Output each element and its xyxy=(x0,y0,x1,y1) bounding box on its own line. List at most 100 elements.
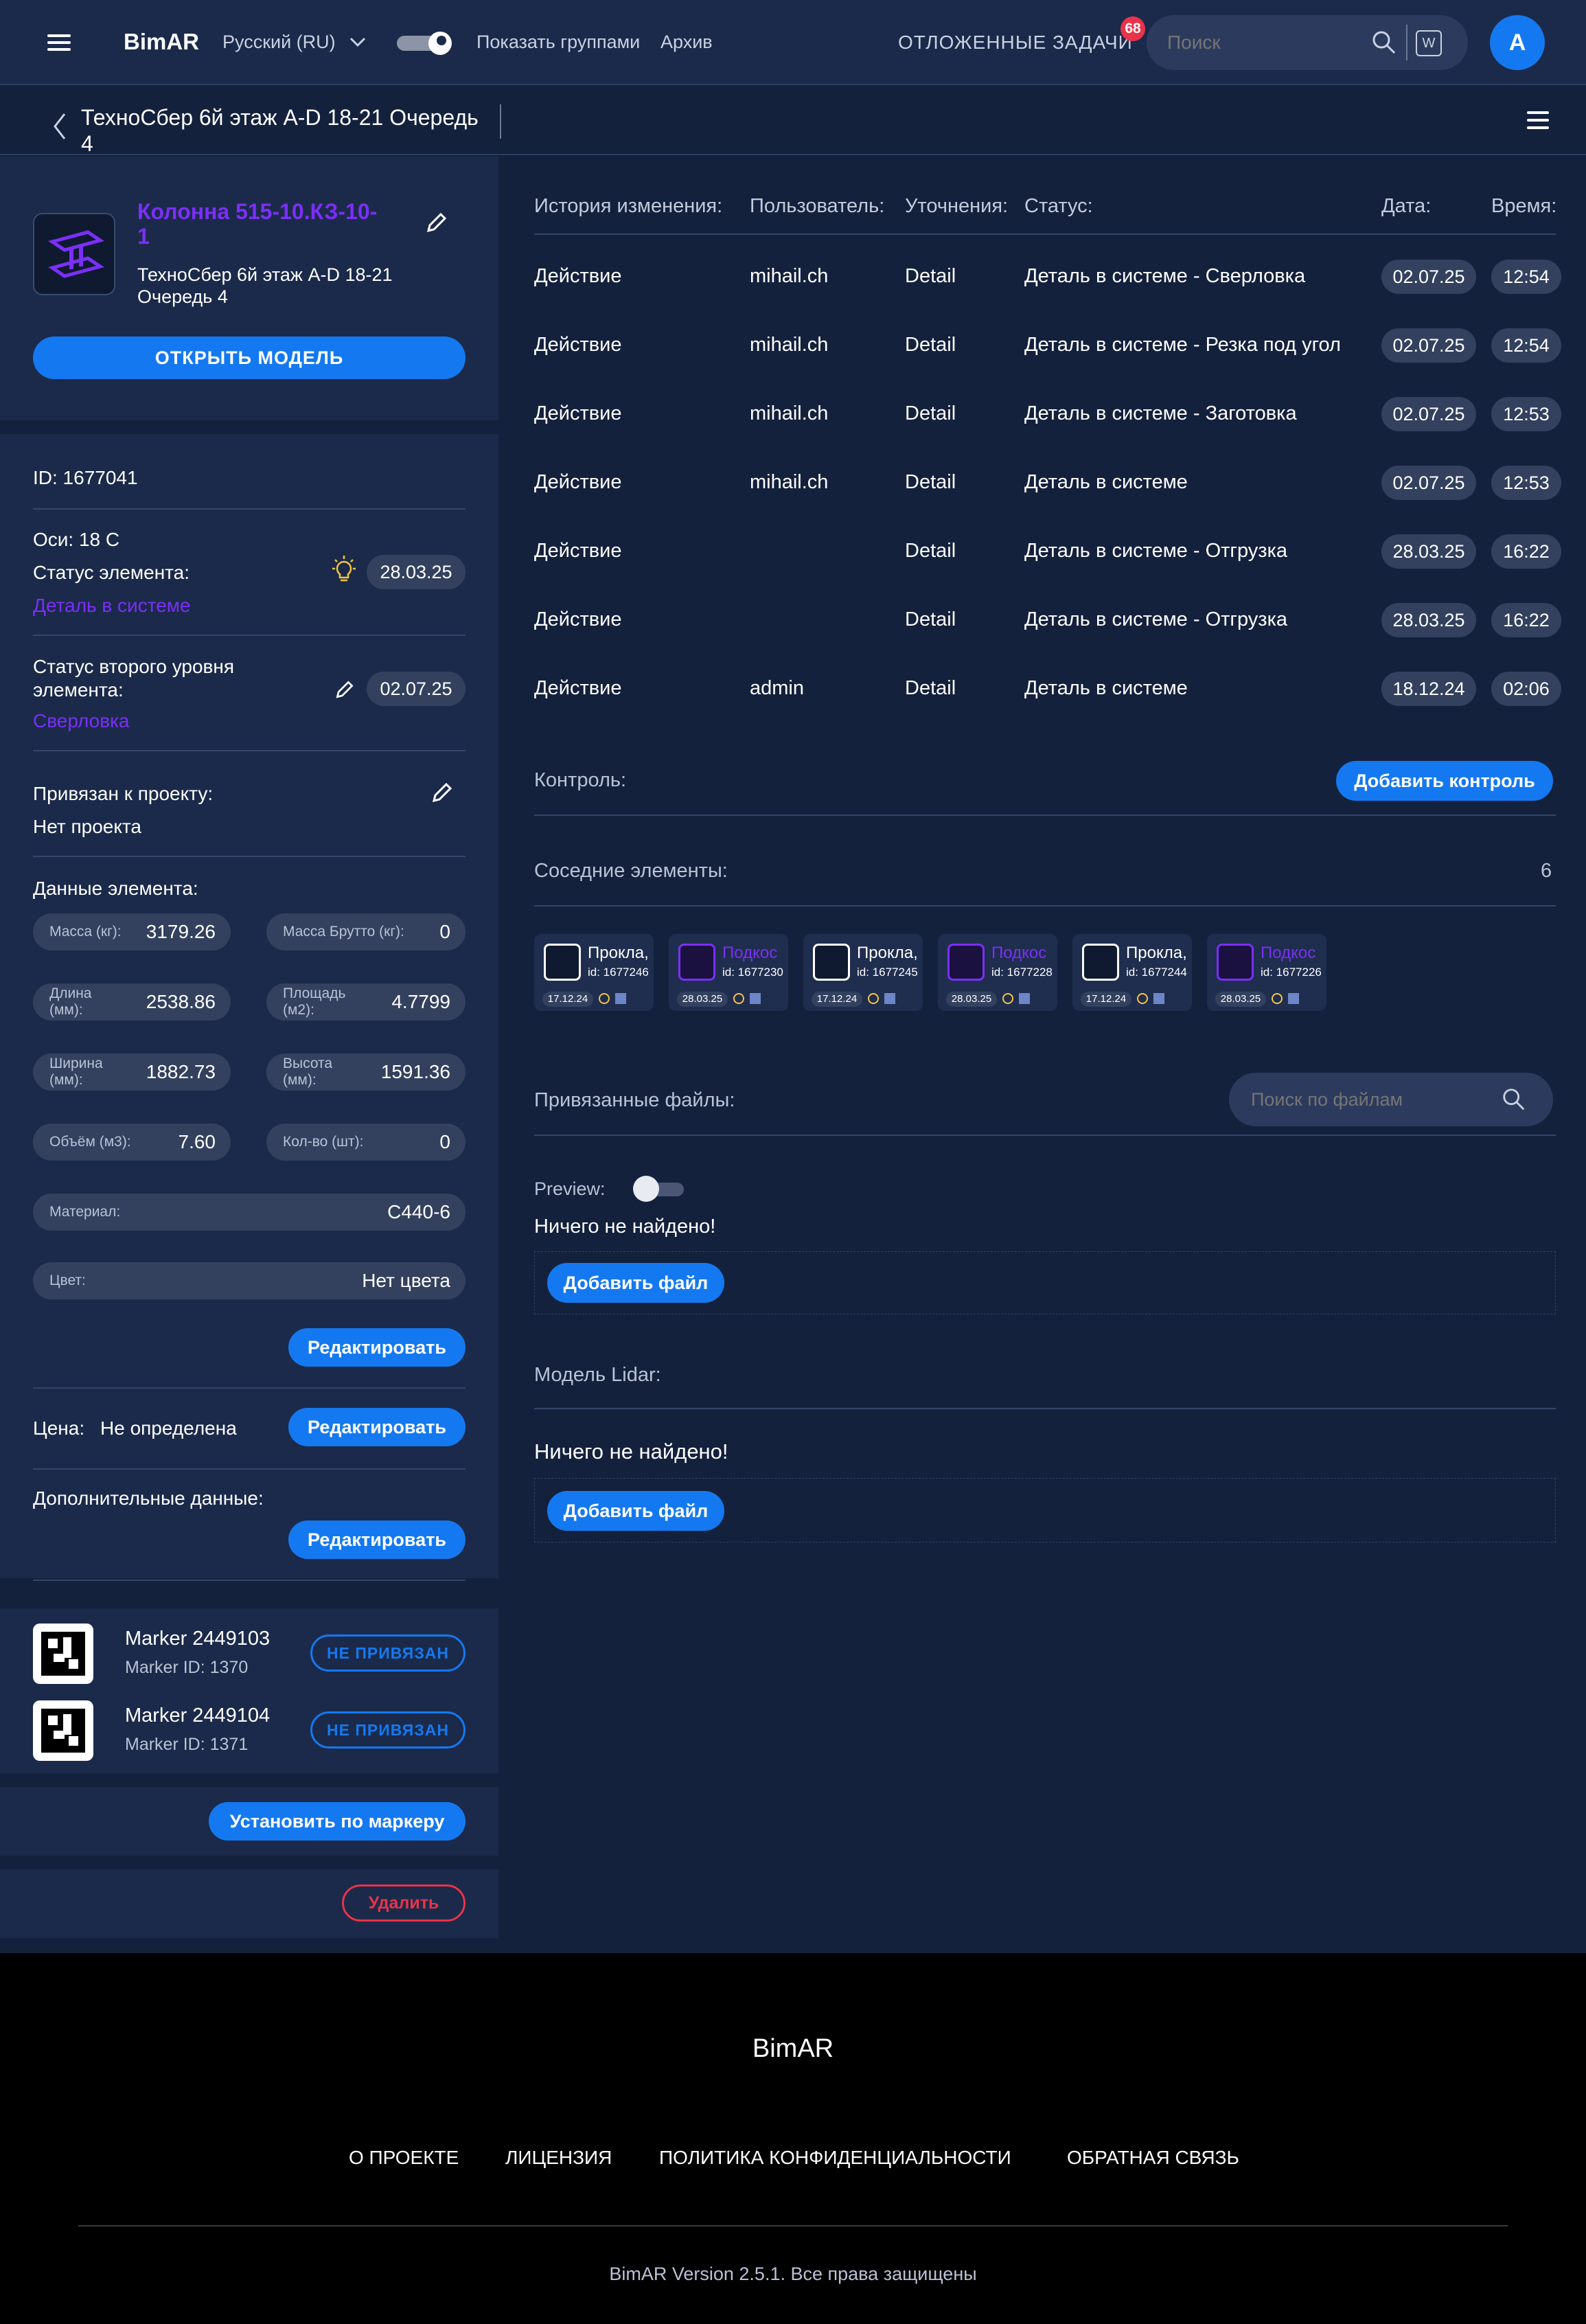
chevron-down-icon[interactable] xyxy=(349,36,367,48)
table-row: Действие mihail.ch Detail Деталь в систе… xyxy=(0,328,1586,363)
footer: BimAR BimAR Version 2.5.1. Все права защ… xyxy=(0,1953,1586,2324)
history-header-change: История изменения: xyxy=(534,195,723,217)
neighbor-card[interactable]: Прокла, id: 1677245 17.12.24 xyxy=(803,934,923,1011)
project-label: Привязан к проекту: xyxy=(33,783,214,804)
neighbor-card[interactable]: Подкос id: 1677230 28.03.25 xyxy=(669,934,788,1011)
marker-status-button[interactable]: НЕ ПРИВЯЗАН xyxy=(310,1711,466,1748)
top-header: BimAR Русский (RU) Показать группами Арх… xyxy=(0,0,1586,85)
add-lidar-file-button[interactable]: Добавить файл xyxy=(547,1491,724,1531)
add-control-button[interactable]: Добавить контроль xyxy=(1336,761,1553,801)
lightbulb-icon xyxy=(599,993,610,1004)
qr-marker-icon xyxy=(33,1624,93,1684)
qr-marker-icon xyxy=(33,1700,93,1761)
table-row: Действие Detail Деталь в системе - Отгру… xyxy=(0,534,1586,569)
status2-value: Сверловка xyxy=(33,710,130,731)
breadcrumb-bar: ТехноСбер 6й этаж A-D 18-21 Очередь 4 xyxy=(0,87,1586,156)
mass-field[interactable]: Масса (кг): 3179.26 xyxy=(33,913,231,950)
beam-icon xyxy=(678,944,715,981)
neighbor-card[interactable]: Прокла, id: 1677246 17.12.24 xyxy=(534,934,654,1011)
language-select[interactable]: Русский (RU) xyxy=(222,32,336,53)
quantity-field[interactable]: Кол-во (шт): 0 xyxy=(266,1124,466,1161)
color-field[interactable]: Цвет: Нет цвета xyxy=(33,1262,466,1299)
marker-name: Marker 2449103 xyxy=(125,1628,271,1650)
edit-pencil-icon[interactable] xyxy=(430,780,455,805)
edit-pencil-icon[interactable] xyxy=(424,210,449,235)
history-header-status: Статус: xyxy=(1024,195,1093,217)
length-field[interactable]: Длина (мм): 2538.86 xyxy=(33,983,231,1021)
delete-button[interactable]: Удалить xyxy=(342,1884,466,1922)
search-input[interactable] xyxy=(1167,27,1373,58)
marker-status-button[interactable]: НЕ ПРИВЯЗАН xyxy=(310,1634,466,1672)
lidar-dropzone[interactable]: Добавить файл xyxy=(534,1478,1556,1542)
files-dropzone[interactable]: Добавить файл xyxy=(534,1251,1556,1314)
add-file-button[interactable]: Добавить файл xyxy=(547,1263,724,1303)
cube-icon xyxy=(884,993,895,1004)
lightbulb-icon xyxy=(1272,993,1283,1004)
moon-icon xyxy=(428,32,452,55)
preview-label: Preview: xyxy=(534,1178,606,1199)
material-field[interactable]: Материал: С440-6 xyxy=(33,1194,466,1231)
table-row: Действие mihail.ch Detail Деталь в систе… xyxy=(0,397,1586,431)
search-shortcut-key: W xyxy=(1416,30,1442,56)
files-empty-text: Ничего не найдено! xyxy=(534,1216,716,1238)
area-field[interactable]: Площадь (м2): 4.7799 xyxy=(266,983,466,1021)
preview-toggle[interactable] xyxy=(633,1176,688,1202)
table-row: Действие Detail Деталь в системе - Отгру… xyxy=(0,603,1586,637)
set-by-marker-button[interactable]: Установить по маркеру xyxy=(209,1802,466,1841)
group-toggle[interactable] xyxy=(397,32,452,55)
footer-link-privacy[interactable]: ПОЛИТИКА КОНФИДЕНЦИАЛЬНОСТИ xyxy=(659,2147,1011,2169)
neighbor-card[interactable]: Прокла, id: 1677244 17.12.24 xyxy=(1072,934,1192,1011)
price-value: Не определена xyxy=(100,1417,237,1439)
set-by-marker-panel: Установить по маркеру xyxy=(0,1787,498,1856)
back-chevron-icon[interactable] xyxy=(52,113,67,140)
menu-icon[interactable] xyxy=(45,30,73,55)
show-groups-link[interactable]: Показать группами xyxy=(476,32,640,53)
height-field[interactable]: Высота (мм): 1591.36 xyxy=(266,1053,466,1091)
page-title: ТехноСбер 6й этаж A-D 18-21 Очередь 4 xyxy=(81,105,479,156)
marker-name: Marker 2449104 xyxy=(125,1705,271,1727)
marker-id: Marker ID: 1371 xyxy=(125,1735,249,1754)
control-label: Контроль: xyxy=(534,769,627,791)
table-row: Действие admin Detail Деталь в системе 1… xyxy=(0,672,1586,706)
gross-mass-field[interactable]: Масса Брутто (кг): 0 xyxy=(266,913,466,950)
archive-link[interactable]: Архив xyxy=(660,32,713,53)
avatar[interactable]: A xyxy=(1490,15,1545,70)
element-data-label: Данные элемента: xyxy=(33,878,198,899)
logo[interactable]: BimAR xyxy=(124,29,199,55)
table-row: Действие mihail.ch Detail Деталь в систе… xyxy=(0,260,1586,294)
search-box[interactable]: W xyxy=(1147,15,1468,70)
file-search-box[interactable] xyxy=(1229,1073,1553,1126)
lightbulb-icon xyxy=(868,993,879,1004)
marker-id: Marker ID: 1370 xyxy=(125,1658,249,1677)
element-name[interactable]: Колонна 515-10.КЗ-10- 1 xyxy=(137,199,377,249)
list-menu-icon[interactable] xyxy=(1526,110,1550,130)
lidar-label: Модель Lidar: xyxy=(534,1364,661,1386)
search-icon[interactable] xyxy=(1501,1086,1527,1113)
neighbors-label: Соседние элементы: xyxy=(534,860,728,882)
cube-icon xyxy=(1019,993,1030,1004)
edit-price-button[interactable]: Редактировать xyxy=(288,1408,466,1446)
beam-icon xyxy=(947,944,985,981)
history-header-time: Время: xyxy=(1491,195,1557,217)
neighbor-card[interactable]: Подкос id: 1677228 28.03.25 xyxy=(938,934,1057,1011)
volume-field[interactable]: Объём (м3): 7.60 xyxy=(33,1124,231,1161)
footer-logo: BimAR xyxy=(752,2034,834,2063)
edit-data-button[interactable]: Редактировать xyxy=(288,1328,466,1367)
file-search-input[interactable] xyxy=(1251,1085,1484,1114)
footer-link-about[interactable]: О ПРОЕКТЕ xyxy=(349,2147,459,2169)
lightbulb-icon xyxy=(733,993,744,1004)
width-field[interactable]: Ширина (мм): 1882.73 xyxy=(33,1053,231,1091)
history-header-date: Дата: xyxy=(1381,195,1432,217)
neighbor-card[interactable]: Подкос id: 1677226 28.03.25 xyxy=(1207,934,1326,1011)
marker-list-item[interactable]: Marker 2449104 Marker ID: 1371 НЕ ПРИВЯЗ… xyxy=(0,1696,498,1762)
extra-data-label: Дополнительные данные: xyxy=(33,1488,264,1509)
files-label: Привязанные файлы: xyxy=(534,1089,735,1111)
footer-link-feedback[interactable]: ОБРАТНАЯ СВЯЗЬ xyxy=(1067,2147,1239,2169)
beam-icon xyxy=(544,944,581,981)
footer-link-license[interactable]: ЛИЦЕНЗИЯ xyxy=(505,2147,612,2169)
edit-extra-button[interactable]: Редактировать xyxy=(288,1520,466,1559)
marker-list-item[interactable]: Marker 2449103 Marker ID: 1370 НЕ ПРИВЯЗ… xyxy=(0,1619,498,1685)
beam-icon xyxy=(813,944,850,981)
deferred-tasks-link[interactable]: ОТЛОЖЕННЫЕ ЗАДАЧИ xyxy=(898,32,1133,54)
search-icon[interactable] xyxy=(1370,29,1398,56)
